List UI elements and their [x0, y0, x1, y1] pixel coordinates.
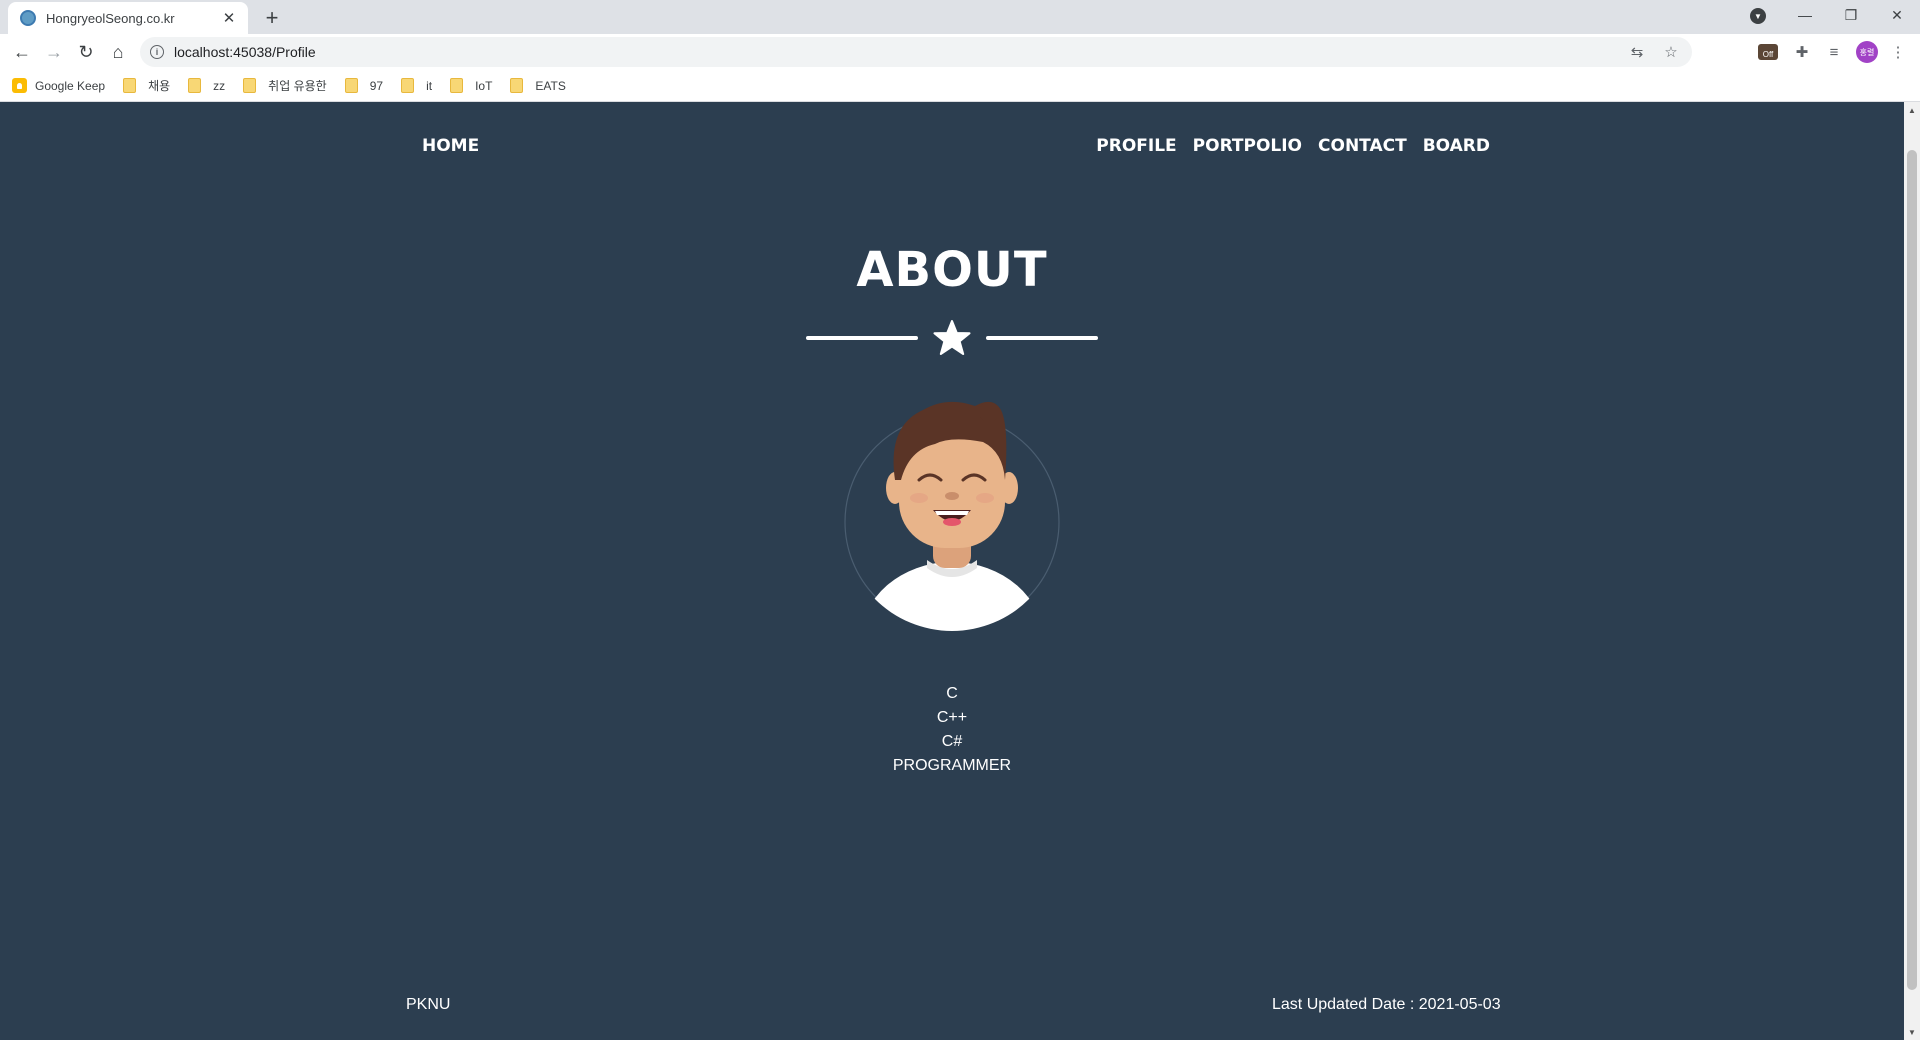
window-close-button[interactable]: ✕: [1874, 0, 1920, 30]
keep-icon: [12, 78, 27, 93]
extension-off-icon[interactable]: Off: [1758, 42, 1778, 62]
folder-icon: [344, 78, 358, 93]
address-bar[interactable]: i localhost:45038/Profile ⇆ ☆: [140, 37, 1692, 67]
skills-list: C C++ C# PROGRAMMER: [0, 682, 1904, 778]
folder-icon: [401, 78, 415, 93]
media-control-icon[interactable]: ≡: [1824, 42, 1844, 62]
tab-title: HongryeolSeong.co.kr: [46, 10, 175, 26]
translate-icon[interactable]: ⇆: [1628, 43, 1646, 61]
folder-icon: [510, 78, 524, 93]
home-button[interactable]: ⌂: [104, 38, 132, 66]
reload-button[interactable]: ↻: [72, 38, 100, 66]
nav-item-board[interactable]: BOARD: [1423, 136, 1490, 156]
footer-updated-date: Last Updated Date : 2021-05-03: [1272, 996, 1501, 1013]
skill-item: C: [946, 685, 958, 702]
page-title: ABOUT: [856, 242, 1048, 298]
page-content: HOME PROFILE PORTPOLIO CONTACT BOARD ABO…: [0, 102, 1904, 1040]
nav-item-profile[interactable]: PROFILE: [1096, 136, 1176, 156]
minimize-button[interactable]: —: [1782, 0, 1828, 30]
bookmarks-bar: Google Keep 채용 zz 취업 유용한 97 it IoT EATS: [0, 70, 1920, 102]
bookmark-label: IoT: [475, 78, 493, 93]
restore-button[interactable]: ❐: [1828, 0, 1874, 30]
folder-icon: [450, 78, 464, 93]
folder-icon: [188, 78, 202, 93]
divider-line-left: [806, 336, 918, 340]
footer-org: PKNU: [406, 996, 451, 1013]
bookmark-star-icon[interactable]: ☆: [1662, 43, 1680, 61]
bookmark-folder[interactable]: EATS: [510, 78, 566, 93]
bookmark-folder[interactable]: 채용: [123, 77, 170, 94]
divider-line-right: [986, 336, 1098, 340]
bookmark-folder[interactable]: zz: [188, 78, 225, 93]
scroll-up-arrow-icon[interactable]: ▲: [1904, 102, 1920, 118]
scrollbar-thumb[interactable]: [1907, 150, 1917, 990]
skill-item: C++: [936, 709, 968, 726]
bookmark-label: EATS: [535, 78, 566, 93]
folder-icon: [123, 78, 137, 93]
bookmark-google-keep[interactable]: Google Keep: [12, 78, 105, 93]
skill-item: C#: [941, 733, 963, 750]
folder-icon: [243, 78, 257, 93]
globe-icon: [20, 10, 36, 26]
nav-item-portfolio[interactable]: PORTPOLIO: [1193, 136, 1302, 156]
tab-strip: HongryeolSeong.co.kr ✕ + ▼ — ❐ ✕: [0, 0, 1920, 34]
bookmark-folder[interactable]: it: [401, 78, 432, 93]
home-link[interactable]: HOME: [422, 136, 479, 156]
nav-item-contact[interactable]: CONTACT: [1318, 136, 1407, 156]
url-text: localhost:45038/Profile: [174, 44, 316, 60]
profile-avatar[interactable]: 홍렬: [1856, 41, 1878, 63]
close-icon[interactable]: ✕: [220, 9, 238, 27]
extensions-puzzle-icon[interactable]: ✚: [1792, 42, 1812, 62]
browser-tab[interactable]: HongryeolSeong.co.kr ✕: [8, 2, 248, 34]
new-tab-button[interactable]: +: [258, 4, 286, 32]
scroll-down-arrow-icon[interactable]: ▼: [1904, 1024, 1920, 1040]
extension-badge: Off: [1758, 44, 1778, 60]
bookmark-label: 채용: [148, 79, 171, 93]
site-navbar: HOME PROFILE PORTPOLIO CONTACT BOARD: [0, 102, 1904, 188]
bookmark-folder[interactable]: IoT: [450, 78, 492, 93]
back-button[interactable]: ←: [8, 38, 36, 66]
bookmark-label: 97: [369, 78, 384, 93]
tab-search-icon[interactable]: ▼: [1750, 8, 1766, 24]
forward-button[interactable]: →: [40, 38, 68, 66]
bookmark-label: Google Keep: [35, 78, 106, 93]
skill-item: PROGRAMMER: [892, 757, 1012, 774]
kebab-menu-icon[interactable]: ⋮: [1888, 42, 1908, 62]
bookmark-label: it: [426, 78, 433, 93]
star-divider: [806, 320, 1098, 356]
browser-chrome: HongryeolSeong.co.kr ✕ + ▼ — ❐ ✕ ← → ↻ ⌂…: [0, 0, 1920, 102]
bookmark-folder[interactable]: 97: [344, 78, 384, 93]
bookmark-label: 취업 유용한: [268, 79, 327, 93]
bookmark-folder[interactable]: 취업 유용한: [243, 77, 327, 94]
nav-menu: PROFILE PORTPOLIO CONTACT BOARD: [1096, 136, 1490, 156]
browser-toolbar: ← → ↻ ⌂ i localhost:45038/Profile ⇆ ☆ Of…: [0, 34, 1920, 70]
vertical-scrollbar[interactable]: ▲ ▼: [1904, 102, 1920, 1040]
bookmark-label: zz: [213, 78, 226, 93]
star-icon: [933, 320, 971, 355]
info-icon[interactable]: i: [150, 45, 164, 59]
avatar: [844, 401, 1060, 631]
